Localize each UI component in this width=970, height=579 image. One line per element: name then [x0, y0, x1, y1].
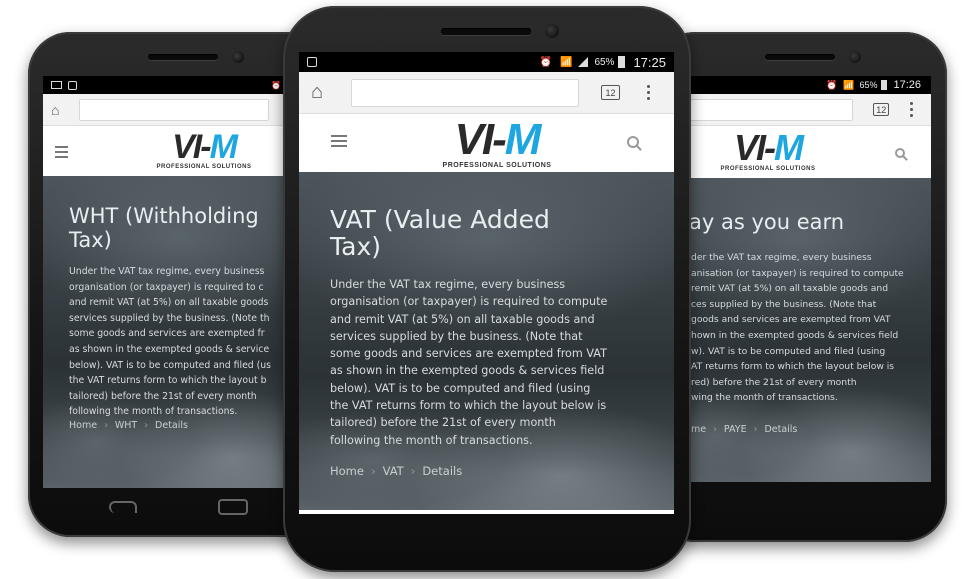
wifi-icon: 📶 — [559, 56, 573, 68]
left-address-input[interactable] — [79, 98, 269, 121]
left-site-header: VI-M PROFESSIONAL SOLUTIONS — [43, 126, 315, 176]
right-logo[interactable]: VI-M PROFESSIONAL SOLUTIONS — [703, 130, 833, 173]
right-address-input[interactable] — [673, 98, 854, 121]
battery-icon — [618, 56, 626, 68]
breadcrumb-current: Details — [155, 420, 188, 431]
alarm-icon: ⏰ — [271, 80, 282, 90]
back-icon[interactable] — [108, 501, 137, 513]
hamburger-icon[interactable] — [55, 146, 68, 158]
left-status-bar: ⏰ 📶 65 — [43, 76, 315, 94]
tabs-icon[interactable]: 12 — [873, 103, 890, 116]
breadcrumb-home[interactable]: me — [691, 424, 706, 435]
breadcrumb-home[interactable]: Home — [330, 464, 364, 478]
breadcrumb-current: Details — [764, 424, 798, 435]
overflow-menu-icon[interactable] — [901, 102, 921, 117]
center-hero: VAT (Value Added Tax) Under the VAT tax r… — [299, 172, 674, 510]
left-url-bar: ⌂ — [43, 94, 315, 126]
breadcrumb-home[interactable]: Home — [69, 420, 97, 431]
breadcrumb-section[interactable]: VAT — [383, 464, 404, 478]
search-icon[interactable] — [895, 148, 905, 158]
battery-percent: 65% — [859, 80, 878, 90]
gallery-notification-icon — [51, 81, 62, 89]
right-phone: ⏰ 📶 65% 17:26 12 VI-M PROFESSIONAL SOLUT… — [653, 32, 947, 542]
tabs-icon[interactable]: 12 — [601, 85, 620, 100]
download-notification-icon — [68, 80, 77, 90]
hamburger-icon[interactable] — [331, 135, 347, 147]
alarm-icon: ⏰ — [539, 56, 552, 68]
signal-icon — [578, 57, 589, 67]
left-phone-screen: ⏰ 📶 65 ⌂ VI-M PROFESSIONAL SOLUTIONS WHT… — [43, 76, 315, 488]
center-phone: ⏰ 📶 65% 17:25 ⌂ 12 VI-M PROFESSIONAL SOL… — [283, 6, 691, 572]
center-address-input[interactable] — [351, 78, 579, 107]
right-phone-camera — [849, 51, 861, 63]
home-nav-icon[interactable] — [217, 499, 248, 515]
center-breadcrumb: Home › VAT › Details — [330, 464, 463, 478]
right-page-body: der the VAT tax regime, every business a… — [691, 252, 904, 404]
search-icon[interactable] — [627, 136, 639, 148]
right-hero: ay as you earn der the VAT tax regime, e… — [663, 178, 931, 482]
home-icon[interactable]: ⌂ — [311, 81, 341, 104]
center-page-title: VAT (Value Added Tax) — [330, 205, 550, 261]
right-phone-speaker — [765, 54, 835, 60]
center-page-body: Under the VAT tax regime, every business… — [330, 278, 608, 447]
left-logo[interactable]: VI-M PROFESSIONAL SOLUTIONS — [139, 130, 269, 170]
battery-percent: 65% — [594, 56, 615, 68]
left-phone-camera — [232, 51, 244, 63]
breadcrumb-section[interactable]: WHT — [115, 420, 137, 431]
right-site-header: VI-M PROFESSIONAL SOLUTIONS — [663, 126, 931, 178]
left-phone-speaker — [148, 54, 218, 60]
logo-tagline: PROFESSIONAL SOLUTIONS — [720, 166, 816, 172]
logo-tagline: PROFESSIONAL SOLUTIONS — [442, 162, 552, 169]
left-page-title: WHT (Withholding Tax) — [69, 204, 259, 252]
center-phone-speaker — [441, 28, 531, 35]
right-page-title: ay as you earn — [689, 210, 845, 234]
center-phone-camera — [545, 24, 559, 38]
home-icon[interactable]: ⌂ — [51, 102, 73, 118]
right-phone-screen: ⏰ 📶 65% 17:26 12 VI-M PROFESSIONAL SOLUT… — [663, 76, 931, 482]
right-breadcrumb: me › PAYE › Details — [691, 424, 798, 435]
center-url-bar: ⌂ 12 — [299, 72, 674, 114]
center-logo[interactable]: VI-M PROFESSIONAL SOLUTIONS — [417, 118, 577, 170]
center-phone-screen: ⏰ 📶 65% 17:25 ⌂ 12 VI-M PROFESSIONAL SOL… — [299, 52, 674, 514]
center-site-header: VI-M PROFESSIONAL SOLUTIONS — [299, 114, 674, 172]
download-notification-icon — [307, 57, 317, 67]
wifi-icon: 📶 — [843, 79, 855, 90]
left-hero: WHT (Withholding Tax) Under the VAT tax r… — [43, 176, 315, 488]
right-status-bar: ⏰ 📶 65% 17:26 — [663, 76, 931, 94]
logo-tagline: PROFESSIONAL SOLUTIONS — [156, 164, 252, 170]
right-url-bar: 12 — [663, 94, 931, 126]
alarm-icon: ⏰ — [826, 79, 838, 90]
left-page-body: Under the VAT tax regime, every business… — [69, 266, 272, 418]
center-status-bar: ⏰ 📶 65% 17:25 — [299, 52, 674, 72]
left-nav-bar — [68, 492, 288, 522]
breadcrumb-current: Details — [422, 464, 463, 478]
overflow-menu-icon[interactable] — [638, 85, 658, 100]
breadcrumb-section[interactable]: PAYE — [724, 424, 747, 435]
clock: 17:25 — [633, 54, 666, 70]
clock: 17:26 — [893, 79, 921, 91]
left-breadcrumb: Home › WHT › Details — [69, 420, 188, 431]
battery-icon — [881, 80, 888, 90]
